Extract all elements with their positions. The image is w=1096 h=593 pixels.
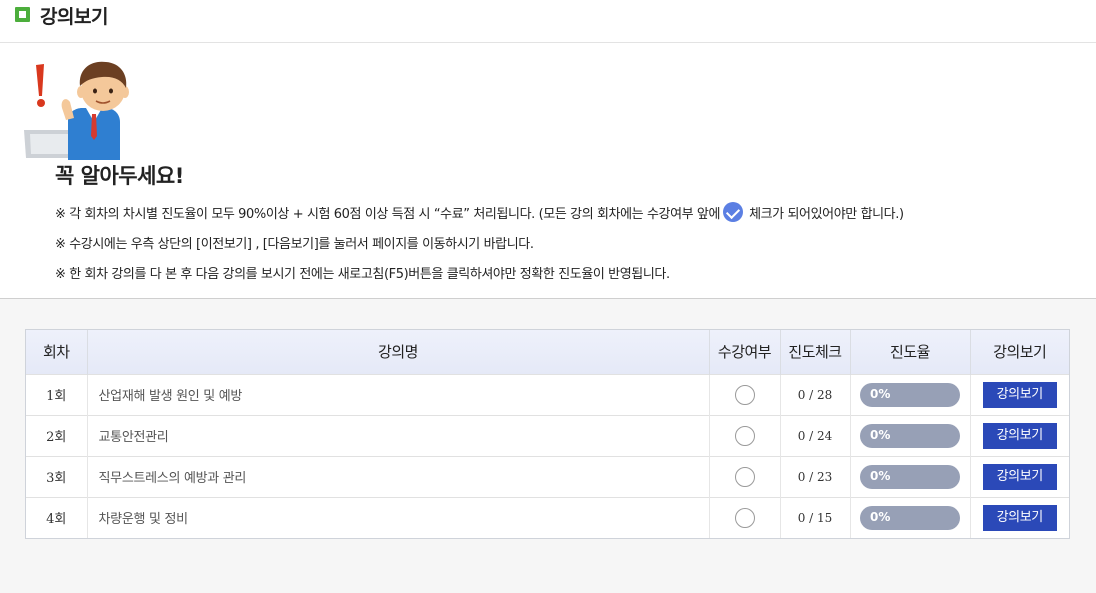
radio-circle-icon [734,384,755,405]
row-attendance [708,415,780,456]
radio-circle-icon [734,466,755,487]
row-session: 3회 [46,471,67,486]
table-header-row: 회차 강의명 수강여부 진도체크 진도율 강의보기 [26,330,1069,374]
row-progress-rate: 0% [849,374,970,415]
row-watch: 강의보기 [969,374,1069,415]
progress-text: 0% [870,386,891,401]
notice-line-1: ※ 각 회차의 차시별 진도율이 모두 90%이상 + 시험 60점 이상 득점… [55,202,904,222]
header-session: 회차 [42,343,70,362]
page-title: 강의보기 [40,6,108,28]
header-title: 강의명 [86,330,709,374]
row-watch: 강의보기 [969,415,1069,456]
header-attendance: 수강여부 [708,330,780,374]
progress-bar: 0% [860,382,960,407]
notice-line-3: ※ 한 회차 강의를 다 본 후 다음 강의를 보시기 전에는 새로고침(F5)… [55,267,670,282]
progress-bar: 0% [860,423,960,448]
row-progress-rate: 0% [849,497,970,538]
row-session: 2회 [46,430,67,445]
row-attendance [708,374,780,415]
progress-text: 0% [870,468,891,483]
row-progress-check: 0 / 28 [779,374,850,415]
notice-line-1-text-end: 체크가 되어있어야만 합니다.) [749,206,904,222]
notice-line-1-text: ※ 각 회차의 차시별 진도율이 모두 90%이상 + 시험 60점 이상 득점… [55,206,721,222]
notice-character-illustration [24,61,129,160]
header-progress-check: 진도체크 [779,330,850,374]
lecture-table-container: 회차 강의명 수강여부 진도체크 진도율 강의보기 1회 산업재해 발생 원인 … [25,329,1070,539]
row-session: 4회 [46,512,67,528]
progress-text: 0% [870,509,891,524]
table-row: 2회 교통안전관리 0 / 24 0% 강의보기 [26,415,1069,456]
radio-circle-icon [734,507,755,528]
progress-bar: 0% [860,505,960,530]
table-row: 4회 차량운행 및 정비 0 / 15 0% 강의보기 [26,497,1069,538]
progress-bar: 0% [860,464,960,489]
row-progress-rate: 0% [849,415,970,456]
row-progress-rate: 0% [849,456,970,497]
notice-line-2: ※ 수강시에는 우측 상단의 [이전보기] , [다음보기]를 눌러서 페이지를… [55,237,534,252]
radio-circle-icon [734,425,755,446]
row-title: 직무스트레스의 예방과 관리 [86,456,709,497]
watch-lecture-button[interactable]: 강의보기 [982,381,1057,408]
lecture-table: 회차 강의명 수강여부 진도체크 진도율 강의보기 1회 산업재해 발생 원인 … [26,330,1069,538]
table-row: 3회 직무스트레스의 예방과 관리 0 / 23 0% 강의보기 [26,456,1069,497]
row-progress-check: 0 / 23 [779,456,850,497]
header-progress-rate: 진도율 [849,330,970,374]
watch-lecture-button[interactable]: 강의보기 [982,463,1057,490]
row-title: 차량운행 및 정비 [86,497,709,538]
watch-lecture-button[interactable]: 강의보기 [982,422,1057,449]
page-header: 강의보기 [0,0,1096,43]
progress-text: 0% [870,427,891,442]
watch-lecture-button[interactable]: 강의보기 [982,504,1057,531]
row-progress-check: 0 / 15 [779,497,850,538]
lecture-list-area: 회차 강의명 수강여부 진도체크 진도율 강의보기 1회 산업재해 발생 원인 … [0,299,1096,593]
row-watch: 강의보기 [969,456,1069,497]
table-row: 1회 산업재해 발생 원인 및 예방 0 / 28 0% 강의보기 [26,374,1069,415]
row-attendance [708,456,780,497]
notice-title: 꼭 알아두세요! [55,164,184,188]
row-session: 1회 [46,389,67,404]
square-bullet-icon [15,7,30,22]
notice-section: 꼭 알아두세요! ※ 각 회차의 차시별 진도율이 모두 90%이상 + 시험 … [0,44,1096,299]
row-title: 산업재해 발생 원인 및 예방 [86,374,709,415]
row-watch: 강의보기 [969,497,1069,538]
row-title: 교통안전관리 [86,415,709,456]
checkmark-circle-icon [723,202,744,222]
row-progress-check: 0 / 24 [779,415,850,456]
row-attendance [708,497,780,538]
header-watch: 강의보기 [969,330,1069,374]
